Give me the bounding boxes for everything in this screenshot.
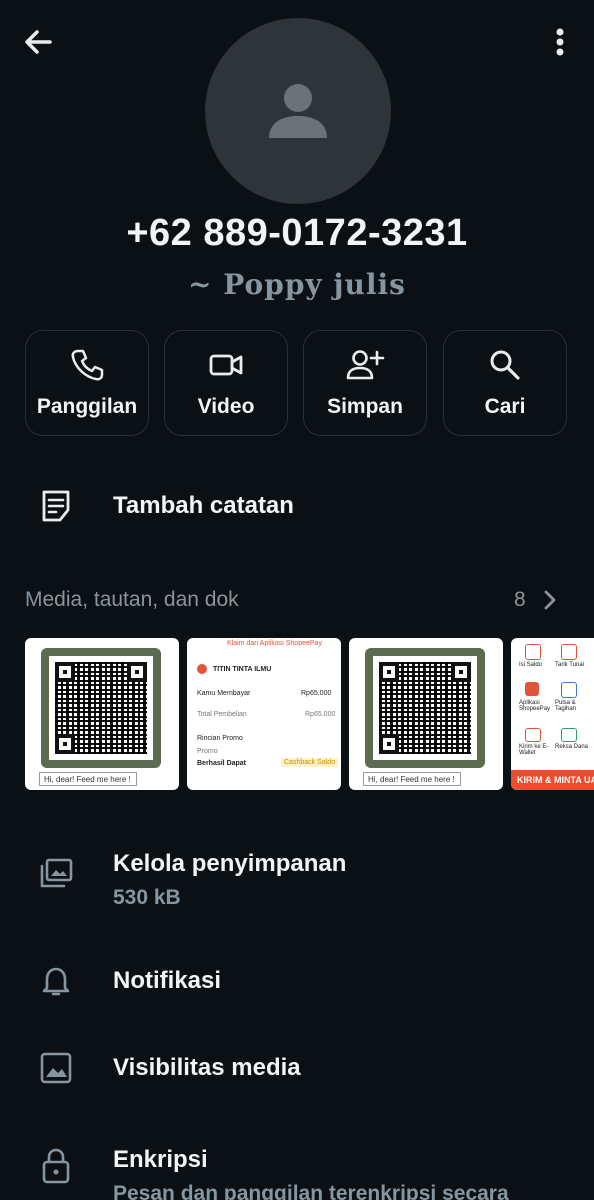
- contact-push-name: ~ Poppy julis: [188, 268, 406, 301]
- receipt-merchant: TITIN TINTA ILMU: [213, 666, 272, 673]
- add-person-icon: [346, 350, 385, 380]
- bell-icon: [38, 963, 74, 999]
- video-call-button[interactable]: Video: [164, 330, 288, 436]
- lock-icon: [38, 1146, 74, 1184]
- menu-item-label: Aplikasi ShopeePay: [519, 700, 551, 712]
- menu-item-label: Pulsa & Tagihan: [555, 700, 577, 712]
- person-icon: [269, 84, 327, 138]
- media-thumbnail-qr-1[interactable]: Hi, dear! Feed me here ! ^^: [25, 638, 179, 790]
- wallet-icon: [525, 644, 541, 660]
- receipt-paid-value: Rp65.000: [301, 690, 332, 697]
- media-thumbnail-shopeepay-menu[interactable]: Isi Saldo Tarik Tunai Aplikasi ShopeePay…: [511, 638, 594, 790]
- media-visibility-title: Visibilitas media: [113, 1054, 301, 1081]
- chevron-right-icon[interactable]: [540, 589, 560, 611]
- qr-code-image: [41, 648, 161, 768]
- search-button[interactable]: Cari: [443, 330, 567, 436]
- media-visibility-row[interactable]: Visibilitas media: [0, 1032, 594, 1102]
- note-icon: [38, 488, 74, 524]
- back-button[interactable]: [18, 22, 58, 62]
- menu-item-label: Tarik Tunai: [555, 662, 585, 668]
- search-button-label: Cari: [484, 395, 526, 418]
- video-camera-icon: [209, 354, 243, 376]
- merchant-logo: [197, 664, 207, 674]
- contact-avatar[interactable]: [205, 18, 391, 204]
- cash-icon: [561, 644, 577, 660]
- chart-icon: [561, 728, 577, 742]
- receipt-top-banner: Klaim dari Aplikasi ShopeePay: [227, 640, 322, 647]
- media-count[interactable]: 8: [514, 588, 526, 612]
- call-button-label: Panggilan: [36, 395, 138, 418]
- manage-storage-row[interactable]: Kelola penyimpanan 530 kB: [0, 830, 594, 930]
- media-section-title[interactable]: Media, tautan, dan dok: [25, 588, 239, 612]
- manage-storage-size: 530 kB: [113, 886, 181, 909]
- phone-icon: [71, 349, 104, 381]
- video-call-button-label: Video: [197, 395, 255, 418]
- qr-caption: Hi, dear! Feed me here ! ^^: [363, 772, 461, 790]
- more-vertical-icon: [556, 28, 564, 56]
- phone-bill-icon: [561, 682, 577, 698]
- media-thumbnail-receipt[interactable]: Klaim dari Aplikasi ShopeePay TITIN TINT…: [187, 638, 341, 790]
- shopeepay-app-icon: [525, 682, 539, 696]
- image-icon: [38, 1050, 74, 1086]
- add-note-row[interactable]: Tambah catatan: [0, 470, 594, 542]
- qr-code-image: [365, 648, 485, 768]
- receipt-promo-label: Promo: [197, 748, 218, 755]
- receipt-paid-label: Kamu Membayar: [197, 690, 251, 697]
- receipt-total-value: Rp65.000: [305, 711, 336, 718]
- search-icon: [490, 350, 520, 380]
- notifications-row[interactable]: Notifikasi: [0, 945, 594, 1015]
- save-contact-button-label: Simpan: [327, 395, 403, 418]
- notifications-title: Notifikasi: [113, 967, 222, 994]
- manage-storage-title: Kelola penyimpanan: [113, 850, 347, 877]
- promo-banner: KIRIM & MINTA UA: [511, 770, 594, 790]
- contact-phone-number: +62 889-0172-3231: [126, 212, 468, 254]
- receipt-promo-title: Rincian Promo: [197, 735, 243, 742]
- transfer-icon: [525, 728, 541, 742]
- menu-item-label: Reksa Dana: [555, 744, 589, 750]
- menu-item-label: Kirim ke E-Wallet: [519, 744, 549, 756]
- add-note-label: Tambah catatan: [113, 492, 294, 519]
- receipt-promo-badge: Cashback Saldo: [281, 758, 338, 767]
- more-options-button[interactable]: [546, 24, 574, 60]
- receipt-total-label: Total Pembelian: [197, 711, 247, 718]
- arrow-left-icon: [25, 30, 52, 54]
- qr-caption: Hi, dear! Feed me here ! ^^: [39, 772, 137, 790]
- encryption-title: Enkripsi: [113, 1146, 208, 1173]
- save-contact-button[interactable]: Simpan: [303, 330, 427, 436]
- call-button[interactable]: Panggilan: [25, 330, 149, 436]
- encryption-description: Pesan dan panggilan terenkripsi secara: [113, 1182, 509, 1200]
- receipt-promo-status: Berhasil Dapat: [197, 760, 247, 767]
- storage-folder-icon: [38, 856, 74, 892]
- encryption-row[interactable]: Enkripsi Pesan dan panggilan terenkripsi…: [0, 1128, 594, 1200]
- menu-item-label: Isi Saldo: [519, 662, 543, 668]
- media-thumbnail-qr-2[interactable]: Hi, dear! Feed me here ! ^^: [349, 638, 503, 790]
